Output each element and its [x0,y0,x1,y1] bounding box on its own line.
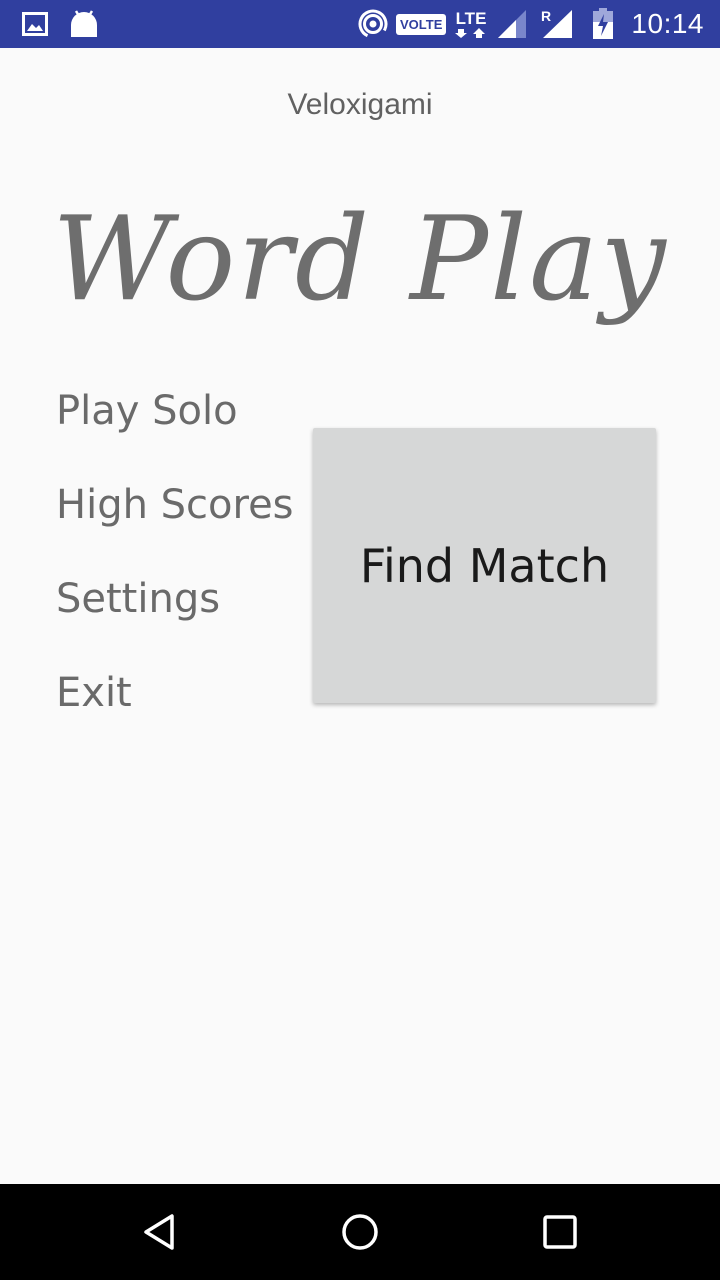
image-icon [22,0,48,48]
app-logo: Word Play [52,192,668,327]
back-button[interactable] [112,1184,208,1280]
volte-badge: VOLTE [396,0,447,48]
developer-name: Veloxigami [287,88,433,121]
recents-button[interactable] [512,1184,608,1280]
data-arrows-icon [455,27,485,38]
lte-label: LTE [455,8,487,28]
status-bar: VOLTE LTE R 10:14 [0,0,720,48]
hotspot-icon [358,0,388,48]
navigation-bar [0,1184,720,1280]
roaming-signal-icon: R [540,0,574,48]
exit-button[interactable]: Exit [56,670,132,716]
high-scores-button[interactable]: High Scores [56,482,294,528]
battery-charging-icon [592,0,614,48]
android-icon [68,0,100,48]
signal-icon [496,0,528,48]
home-button[interactable] [312,1184,408,1280]
play-solo-button[interactable]: Play Solo [56,388,238,434]
volte-label: VOLTE [396,13,447,35]
lte-indicator: LTE [454,0,488,48]
settings-button[interactable]: Settings [56,576,220,622]
home-icon [342,1214,378,1250]
clock: 10:14 [631,8,704,39]
find-match-button[interactable]: Find Match [313,428,656,703]
recents-icon [543,1215,577,1249]
back-icon [144,1214,174,1250]
find-match-label: Find Match [359,538,610,593]
roaming-label: R [541,8,551,24]
